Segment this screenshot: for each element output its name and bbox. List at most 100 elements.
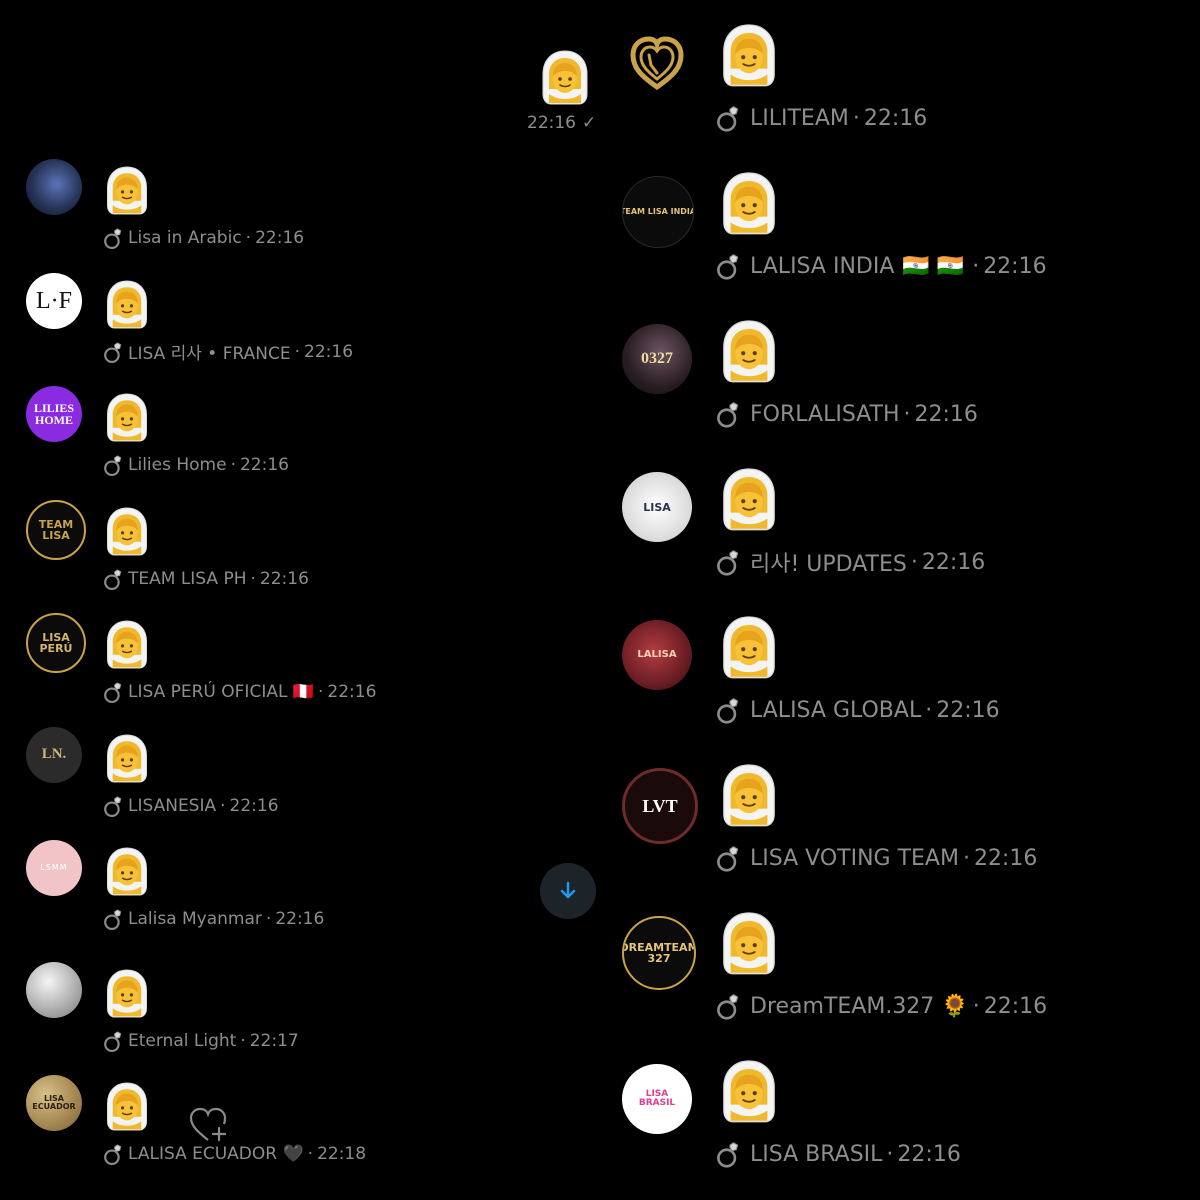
reaction-meta: LISA PERÚ OFICIAL 🇵🇪 · 22:16	[100, 679, 376, 705]
right-message-row[interactable]: LALISA LALISA GLOBAL · 22:16	[622, 612, 1200, 760]
right-message-row[interactable]: 0327 FORLALISATH · 22:16	[622, 316, 1200, 464]
right-message-row[interactable]: LILITEAM · 22:16	[622, 20, 1200, 168]
bride-emoji	[103, 966, 151, 1026]
bride-emoji	[718, 612, 780, 688]
avatar[interactable]: LILIES HOME	[26, 386, 82, 442]
reaction-meta: LALISA GLOBAL · 22:16	[712, 694, 1000, 726]
right-chat-pane: LILITEAM · 22:16 TEAM LISA INDIA LALISA I…	[622, 0, 1200, 1200]
avatar[interactable]: TEAM LISA INDIA	[622, 176, 694, 248]
avatar[interactable]: LVT	[622, 768, 698, 844]
message-time: 22:16	[259, 568, 309, 589]
meta-separator: ·	[318, 682, 324, 702]
meta-separator: ·	[886, 1141, 894, 1167]
sender-name[interactable]: LILITEAM	[750, 106, 849, 131]
left-chat-pane: 22:16 ✓ Lisa in Arabic · 22:16 L·F LISA 리…	[0, 0, 612, 1200]
message-time: 22:16	[983, 993, 1048, 1019]
avatar[interactable]	[26, 961, 82, 1018]
avatar[interactable]: LISA PERÚ	[26, 613, 86, 673]
sender-name[interactable]: LISA BRASIL	[750, 1142, 882, 1167]
left-message-row[interactable]: LN. LISANESIA · 22:16	[0, 723, 612, 837]
bride-emoji	[718, 316, 780, 392]
right-message-row[interactable]: TEAM LISA INDIA LALISA INDIA 🇮🇳 🇮🇳 · 22:1…	[622, 168, 1200, 316]
avatar[interactable]: LISA	[622, 472, 692, 542]
sender-name[interactable]: LISA 리사 • FRANCE	[128, 339, 291, 364]
bride-emoji	[103, 1079, 151, 1139]
ring-icon	[712, 1138, 744, 1170]
avatar[interactable]: LSMM	[26, 840, 82, 896]
left-message-row[interactable]: Eternal Light · 22:17	[0, 958, 612, 1072]
sent-message-meta: 22:16 ✓	[527, 113, 596, 133]
message-time: 22:16	[983, 253, 1047, 279]
arrow-down-icon	[560, 881, 576, 899]
ring-icon	[712, 250, 744, 282]
right-message-row[interactable]: LISA 리사! UPDATES · 22:16	[622, 464, 1200, 612]
sender-name[interactable]: 리사! UPDATES	[750, 546, 907, 578]
message-time: 22:16	[973, 845, 1038, 871]
avatar[interactable]: TEAM LISA	[26, 499, 86, 560]
avatar[interactable]: LN.	[26, 726, 82, 783]
avatar[interactable]: LISA BRASIL	[622, 1064, 692, 1134]
left-message-row[interactable]: LILIES HOME Lilies Home · 22:16	[0, 382, 612, 496]
sender-name[interactable]: LISANESIA	[128, 796, 216, 816]
ring-icon	[100, 566, 126, 592]
left-message-row[interactable]: L·F LISA 리사 • FRANCE · 22:16	[0, 269, 612, 383]
meta-separator: ·	[265, 909, 272, 929]
meta-separator: ·	[962, 845, 970, 871]
sender-name[interactable]: LISA PERÚ OFICIAL 🇵🇪	[128, 682, 314, 702]
avatar-label: LVT	[642, 796, 678, 816]
heart-add-icon[interactable]	[188, 1106, 230, 1148]
ring-icon	[100, 906, 126, 932]
meta-separator: ·	[220, 795, 226, 816]
reaction-meta: DreamTEAM.327 🌻 · 22:16	[712, 990, 1047, 1022]
avatar[interactable]	[622, 28, 692, 98]
avatar-label: LSMM	[40, 863, 68, 872]
scroll-down-button[interactable]	[540, 863, 596, 919]
ring-icon	[712, 398, 744, 430]
left-message-row[interactable]: LISA PERÚ LISA PERÚ OFICIAL 🇵🇪 · 22:16	[0, 609, 612, 723]
avatar[interactable]: 0327	[622, 324, 692, 394]
message-time: 22:16	[229, 795, 279, 816]
message-time: 22:16	[936, 697, 1000, 723]
left-message-row[interactable]: LISA ECUADOR LALISA ECUADOR 🖤 · 22:18	[0, 1071, 612, 1185]
ring-icon	[100, 1028, 126, 1054]
sender-name[interactable]: LISA VOTING TEAM	[750, 846, 959, 871]
right-message-row[interactable]: DREAMTEAM 327 DreamTEAM.327 🌻 · 22:16	[622, 908, 1200, 1056]
reaction-meta: FORLALISATH · 22:16	[712, 398, 978, 430]
right-message-row[interactable]: LVT LISA VOTING TEAM · 22:16	[622, 760, 1200, 908]
avatar[interactable]: LISA ECUADOR	[26, 1075, 82, 1131]
bride-emoji	[718, 168, 780, 244]
avatar[interactable]	[26, 159, 82, 215]
left-message-row[interactable]: LSMM Lalisa Myanmar · 22:16	[0, 836, 612, 950]
avatar-label: L·F	[36, 287, 72, 314]
sender-name[interactable]: Lisa in Arabic	[128, 228, 242, 248]
heart-logo-icon	[630, 36, 684, 91]
message-time: 22:16	[275, 909, 325, 929]
avatar[interactable]: L·F	[26, 272, 82, 329]
reaction-meta: LALISA INDIA 🇮🇳 🇮🇳 · 22:16	[712, 250, 1047, 282]
message-time: 22:16	[914, 401, 978, 427]
reaction-meta: LALISA ECUADOR 🖤 · 22:18	[100, 1141, 366, 1167]
sender-name[interactable]: LALISA INDIA	[750, 254, 894, 279]
avatar[interactable]: DREAMTEAM 327	[622, 916, 696, 990]
left-message-row[interactable]: TEAM LISA TEAM LISA PH · 22:16	[0, 496, 612, 610]
reaction-meta: TEAM LISA PH · 22:16	[100, 566, 309, 592]
ring-icon	[712, 842, 744, 874]
sender-name[interactable]: Lilies Home	[128, 455, 227, 475]
sender-name[interactable]: Eternal Light	[128, 1031, 236, 1051]
left-message-row[interactable]: Lisa in Arabic · 22:16	[0, 155, 612, 269]
avatar-label: LISA ECUADOR	[32, 1094, 76, 1111]
sent-message[interactable]: 22:16 ✓	[520, 40, 610, 140]
sender-name[interactable]: LALISA GLOBAL	[750, 698, 921, 723]
sender-name[interactable]: DreamTEAM.327 🌻	[750, 994, 969, 1019]
bride-emoji	[103, 277, 151, 337]
avatar-label: LALISA	[637, 649, 677, 660]
right-message-row[interactable]: LISA BRASIL LISA BRASIL · 22:16	[622, 1056, 1200, 1200]
ring-icon	[712, 102, 744, 134]
meta-separator: ·	[230, 455, 236, 475]
message-time: 22:16	[304, 341, 354, 362]
avatar[interactable]: LALISA	[622, 620, 692, 690]
flag-emoji: 🇮🇳 🇮🇳	[902, 253, 965, 279]
sender-name[interactable]: Lalisa Myanmar	[128, 909, 262, 929]
sender-name[interactable]: FORLALISATH	[750, 402, 900, 427]
sender-name[interactable]: TEAM LISA PH	[128, 569, 247, 589]
